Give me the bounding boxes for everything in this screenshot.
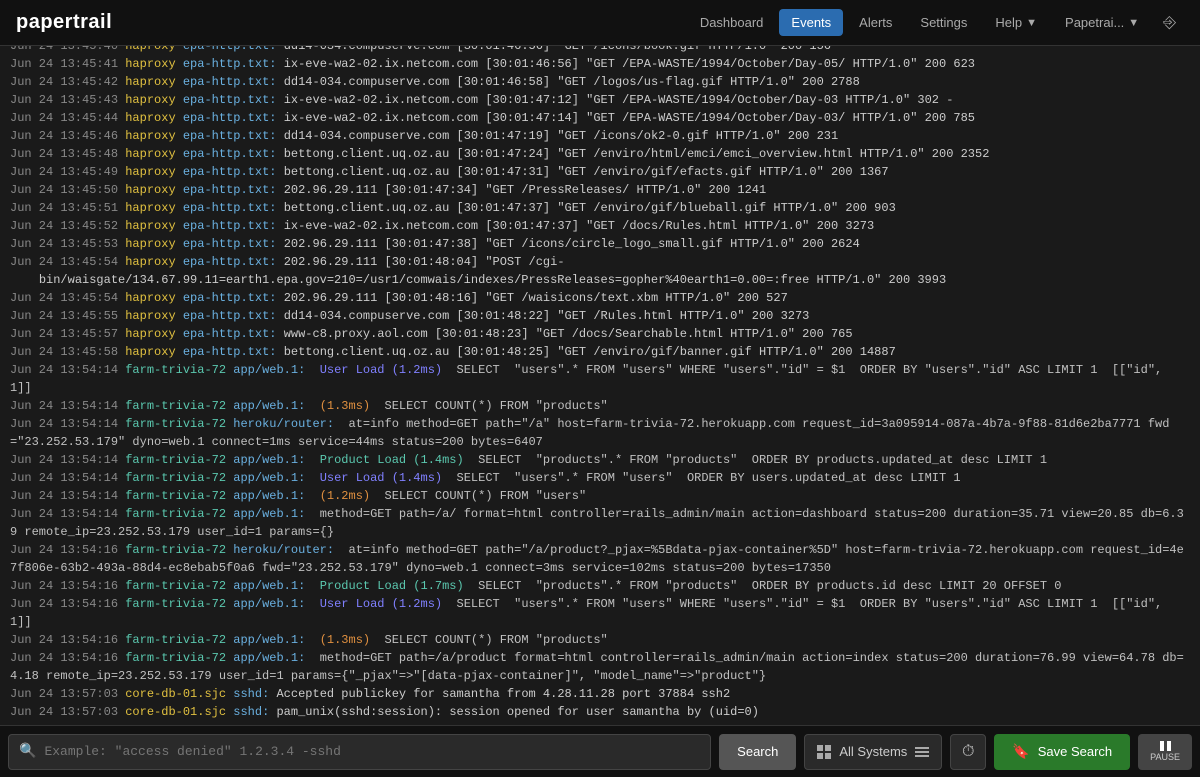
top-nav: papertrail Dashboard Events Alerts Setti… <box>0 0 1200 46</box>
nav-help-label: Help <box>995 15 1022 30</box>
nav-help[interactable]: Help ▼ <box>983 9 1049 36</box>
log-line: Jun 24 13:45:50 haproxy epa-http.txt: 20… <box>8 181 1192 199</box>
systems-label: All Systems <box>839 744 907 759</box>
nav-settings[interactable]: Settings <box>908 9 979 36</box>
log-line: Jun 24 13:45:43 haproxy epa-http.txt: ix… <box>8 91 1192 109</box>
logo-bold: trail <box>73 11 112 33</box>
logout-icon[interactable]: ⎆ <box>1155 8 1184 38</box>
list-icon <box>915 747 929 757</box>
search-input-wrap: 🔍 <box>8 734 711 770</box>
log-area: Jun 24 13:45:34 haproxy epa-http.txt: ix… <box>0 46 1200 725</box>
nav-user[interactable]: Papetrai... ▼ <box>1053 9 1151 36</box>
user-arrow-icon: ▼ <box>1128 17 1139 29</box>
nav-user-label: Papetrai... <box>1065 15 1124 30</box>
bookmark-icon: 🔖 <box>1012 743 1029 760</box>
log-line: Jun 24 13:54:14 farm-trivia-72 heroku/ro… <box>8 415 1192 451</box>
nav-alerts[interactable]: Alerts <box>847 9 904 36</box>
log-line: Jun 24 13:45:54 haproxy epa-http.txt: 20… <box>8 253 1192 289</box>
log-line: Jun 24 13:54:14 farm-trivia-72 app/web.1… <box>8 469 1192 487</box>
log-line: Jun 24 13:54:16 farm-trivia-72 heroku/ro… <box>8 541 1192 577</box>
nav-dashboard[interactable]: Dashboard <box>688 9 776 36</box>
log-line: Jun 24 13:45:48 haproxy epa-http.txt: be… <box>8 145 1192 163</box>
save-search-button[interactable]: 🔖 Save Search <box>994 734 1130 770</box>
search-icon: 🔍 <box>19 743 36 760</box>
save-search-label: Save Search <box>1038 744 1112 759</box>
log-line: Jun 24 13:45:49 haproxy epa-http.txt: be… <box>8 163 1192 181</box>
log-line: Jun 24 13:45:41 haproxy epa-http.txt: ix… <box>8 55 1192 73</box>
log-line: Jun 24 13:45:54 haproxy epa-http.txt: 20… <box>8 289 1192 307</box>
search-input[interactable] <box>44 744 700 759</box>
clock-icon: ⏱ <box>962 743 974 761</box>
log-line: Jun 24 13:45:52 haproxy epa-http.txt: ix… <box>8 217 1192 235</box>
log-line: Jun 24 13:54:14 farm-trivia-72 app/web.1… <box>8 361 1192 397</box>
log-line: Jun 24 13:54:14 farm-trivia-72 app/web.1… <box>8 505 1192 541</box>
log-line: Jun 24 13:54:14 farm-trivia-72 app/web.1… <box>8 451 1192 469</box>
logo-thin: paper <box>16 11 73 33</box>
log-line: Jun 24 13:45:44 haproxy epa-http.txt: ix… <box>8 109 1192 127</box>
pause-bars-icon <box>1160 741 1171 751</box>
log-line: Jun 24 13:45:57 haproxy epa-http.txt: ww… <box>8 325 1192 343</box>
pause-button[interactable]: PAUSE <box>1138 734 1192 770</box>
bottom-bar: 🔍 Search All Systems ⏱ 🔖 Save Search PAU… <box>0 725 1200 777</box>
log-line: Jun 24 13:57:03 core-db-01.sjc sshd: pam… <box>8 703 1192 721</box>
nav-links: Dashboard Events Alerts Settings Help ▼ … <box>688 8 1184 38</box>
log-line: Jun 24 13:45:46 haproxy epa-http.txt: dd… <box>8 127 1192 145</box>
log-line: Jun 24 13:45:55 haproxy epa-http.txt: dd… <box>8 307 1192 325</box>
all-systems-button[interactable]: All Systems <box>804 734 942 770</box>
log-line: Jun 24 13:45:51 haproxy epa-http.txt: be… <box>8 199 1192 217</box>
log-line: Jun 24 13:54:16 farm-trivia-72 app/web.1… <box>8 649 1192 685</box>
nav-events[interactable]: Events <box>779 9 843 36</box>
grid-icon <box>817 745 831 759</box>
log-line: Jun 24 13:45:40 haproxy epa-http.txt: dd… <box>8 46 1192 55</box>
log-line: Jun 24 13:45:58 haproxy epa-http.txt: be… <box>8 343 1192 361</box>
log-line: Jun 24 13:54:14 farm-trivia-72 app/web.1… <box>8 397 1192 415</box>
log-line: Jun 24 13:54:16 farm-trivia-72 app/web.1… <box>8 577 1192 595</box>
logo: papertrail <box>16 11 688 34</box>
help-arrow-icon: ▼ <box>1026 17 1037 29</box>
pause-label: PAUSE <box>1150 752 1180 762</box>
log-line: Jun 24 13:45:42 haproxy epa-http.txt: dd… <box>8 73 1192 91</box>
log-line: Jun 24 13:57:03 core-db-01.sjc sshd: Acc… <box>8 685 1192 703</box>
log-line: Jun 24 13:45:53 haproxy epa-http.txt: 20… <box>8 235 1192 253</box>
clock-button[interactable]: ⏱ <box>950 734 986 770</box>
log-line: Jun 24 13:54:16 farm-trivia-72 app/web.1… <box>8 595 1192 631</box>
log-line: Jun 24 13:54:16 farm-trivia-72 app/web.1… <box>8 631 1192 649</box>
search-button[interactable]: Search <box>719 734 796 770</box>
log-line: Jun 24 13:54:14 farm-trivia-72 app/web.1… <box>8 487 1192 505</box>
